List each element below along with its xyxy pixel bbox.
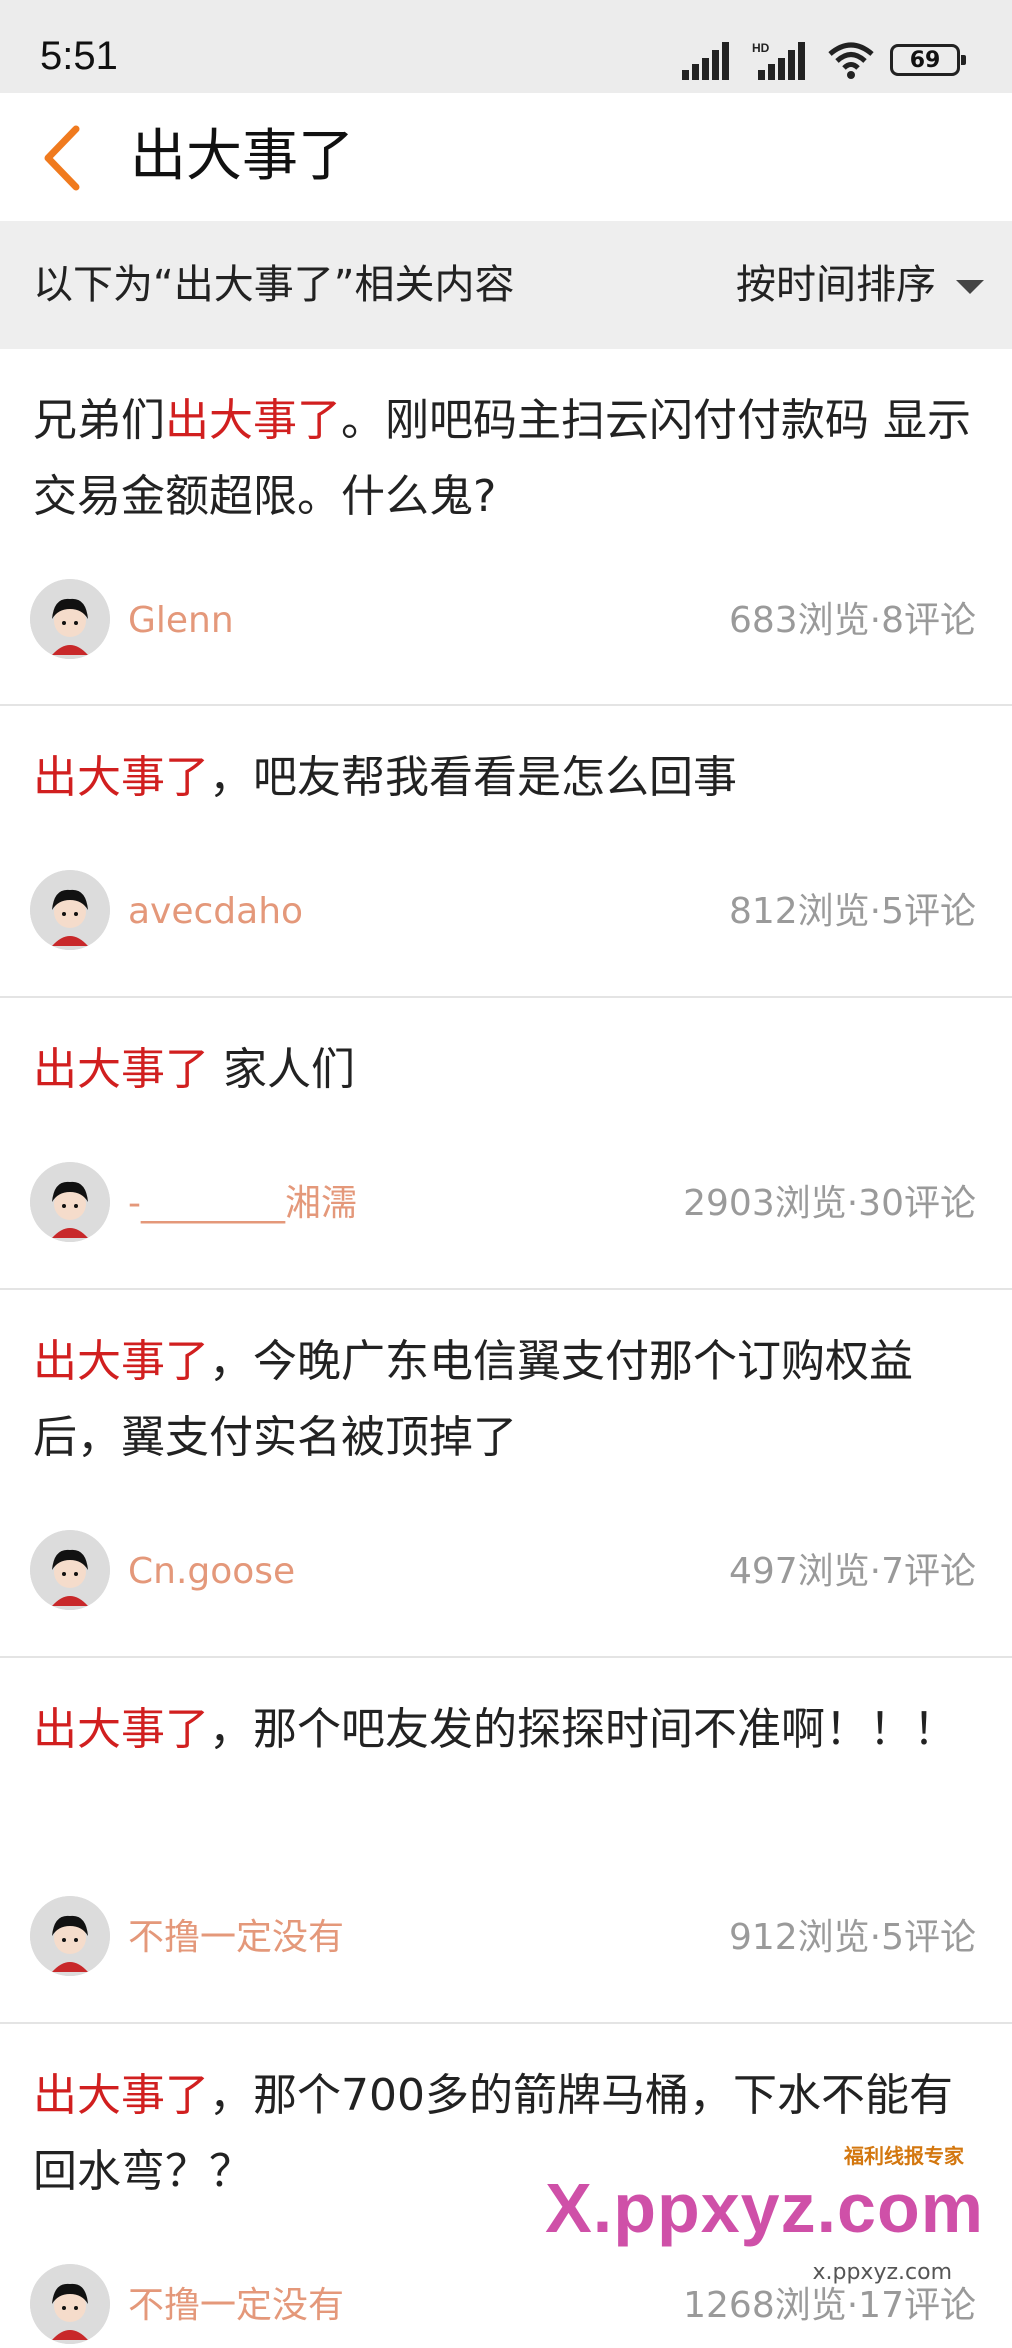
post-item[interactable]: 出大事了，今晚广东电信翼支付那个订购权益后，翼支付实名被顶掉了 Cn.goose… [0, 1290, 1012, 1658]
signal-icon [682, 42, 729, 80]
battery-level: 69 [909, 47, 941, 73]
post-title[interactable]: 出大事了，今晚广东电信翼支付那个订购权益后，翼支付实名被顶掉了 [33, 1324, 972, 1476]
avatar[interactable] [30, 1530, 110, 1610]
post-meta: Glenn 683浏览·8评论 [30, 579, 976, 663]
post-meta: 不撸一定没有 912浏览·5评论 [30, 1896, 976, 1980]
watermark-url: x.ppxyz.com [812, 2260, 952, 2285]
post-stats: 683浏览·8评论 [728, 600, 976, 641]
nav-bar: 出大事了 [0, 93, 1012, 221]
post-title-keyword: 出大事了 [165, 395, 341, 446]
author-name[interactable]: 不撸一定没有 [128, 1916, 344, 1960]
post-title-rest: 家人们 [209, 1044, 355, 1095]
post-title-keyword: 出大事了 [33, 1704, 209, 1755]
watermark-tag: 福利线报专家 [844, 2144, 964, 2168]
post-item[interactable]: 出大事了，吧友帮我看看是怎么回事 avecdaho 812浏览·5评论 [0, 706, 1012, 998]
post-title[interactable]: 出大事了 家人们 [33, 1032, 972, 1108]
avatar[interactable] [30, 1162, 110, 1242]
post-title[interactable]: 出大事了，吧友帮我看看是怎么回事 [33, 740, 972, 816]
post-title-keyword: 出大事了 [33, 2070, 209, 2121]
post-title-keyword: 出大事了 [33, 752, 209, 803]
sort-dropdown[interactable]: 按时间排序 [736, 259, 984, 311]
hd-signal-icon: HD [752, 41, 805, 80]
post-item[interactable]: 出大事了，那个吧友发的探探时间不准啊！！！ 不撸一定没有 912浏览·5评论 [0, 1658, 1012, 2024]
avatar-icon [30, 1530, 110, 1610]
avatar[interactable] [30, 579, 110, 659]
status-icons: HD 69 [680, 38, 966, 82]
avatar-icon [30, 2264, 110, 2344]
post-title-keyword: 出大事了 [33, 1044, 209, 1095]
post-title-keyword: 出大事了 [33, 1336, 209, 1387]
post-title-rest: ，那个吧友发的探探时间不准啊！！！ [209, 1704, 957, 1755]
post-meta: Cn.goose 497浏览·7评论 [30, 1530, 976, 1614]
back-arrow-icon[interactable] [40, 123, 84, 193]
post-title-rest: ，吧友帮我看看是怎么回事 [209, 752, 737, 803]
post-item[interactable]: 出大事了 家人们 -________湘濡 2903浏览·30评论 [0, 998, 1012, 1290]
post-stats: 1268浏览·17评论 [683, 2285, 976, 2326]
caret-down-icon [956, 280, 984, 294]
watermark-logo: X.ppxyz.com [545, 2169, 984, 2247]
filter-bar: 以下为“出大事了”相关内容 按时间排序 [0, 221, 1012, 349]
avatar[interactable] [30, 1896, 110, 1976]
avatar-icon [30, 1896, 110, 1976]
avatar[interactable] [30, 2264, 110, 2344]
post-title-prefix: 兄弟们 [33, 395, 165, 446]
post-stats: 497浏览·7评论 [728, 1551, 976, 1592]
author-name[interactable]: Glenn [128, 599, 234, 643]
status-bar: 5:51 HD 69 [0, 0, 1012, 93]
sort-label: 按时间排序 [736, 262, 936, 308]
post-stats: 812浏览·5评论 [728, 891, 976, 932]
post-meta: avecdaho 812浏览·5评论 [30, 870, 976, 954]
battery-icon: 69 [890, 44, 966, 76]
author-name[interactable]: 不撸一定没有 [128, 2284, 344, 2328]
post-title[interactable]: 兄弟们出大事了。刚吧码主扫云闪付付款码 显示交易金额超限。什么鬼? [33, 383, 972, 535]
author-name[interactable]: avecdaho [128, 890, 303, 934]
post-meta: -________湘濡 2903浏览·30评论 [30, 1162, 976, 1246]
filter-label: 以下为“出大事了”相关内容 [33, 262, 515, 308]
post-stats: 912浏览·5评论 [728, 1917, 976, 1958]
page-title: 出大事了 [130, 124, 354, 189]
avatar-icon [30, 1162, 110, 1242]
post-item[interactable]: 兄弟们出大事了。刚吧码主扫云闪付付款码 显示交易金额超限。什么鬼? Glenn … [0, 349, 1012, 706]
avatar[interactable] [30, 870, 110, 950]
avatar-icon [30, 870, 110, 950]
post-stats: 2903浏览·30评论 [683, 1183, 976, 1224]
wifi-icon [828, 42, 874, 79]
author-name[interactable]: Cn.goose [128, 1550, 295, 1594]
status-time: 5:51 [40, 34, 118, 78]
author-name[interactable]: -________湘濡 [128, 1182, 357, 1226]
post-title[interactable]: 出大事了，那个吧友发的探探时间不准啊！！！ [33, 1692, 972, 1768]
svg-text:HD: HD [752, 41, 770, 55]
avatar-icon [30, 579, 110, 659]
